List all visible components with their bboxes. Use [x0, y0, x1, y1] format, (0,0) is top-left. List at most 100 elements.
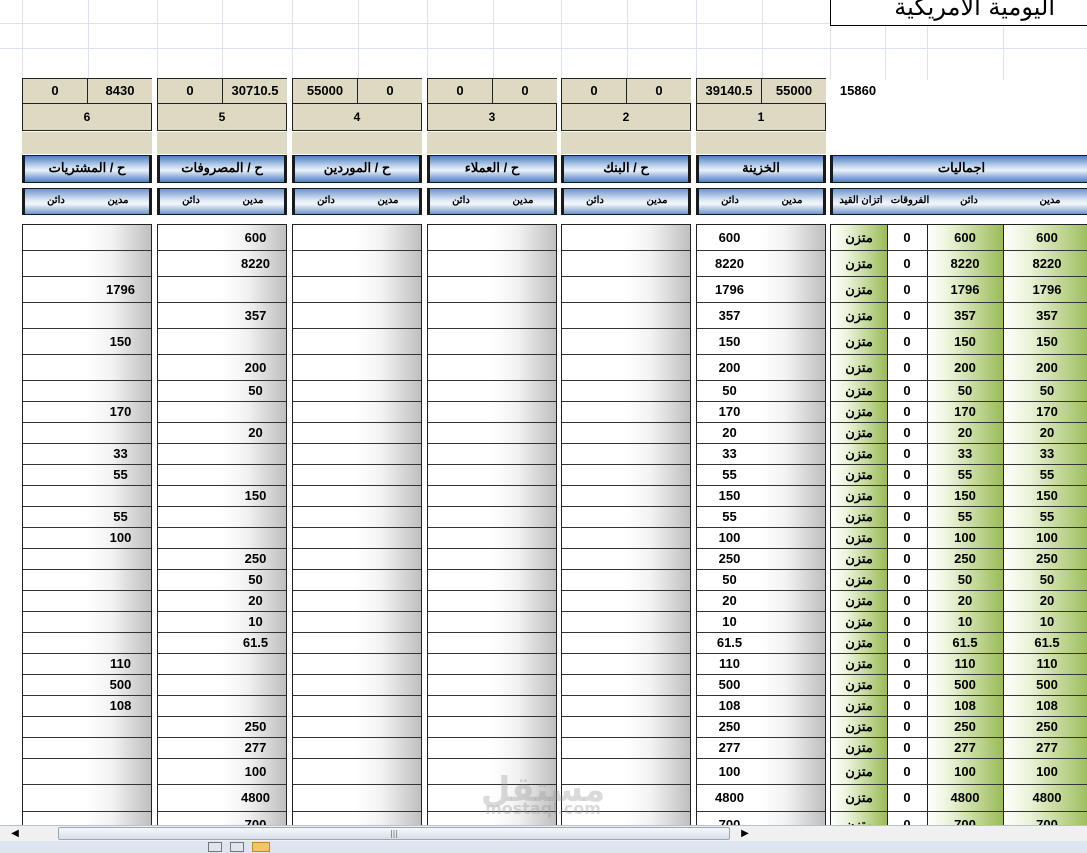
account-ledger-1[interactable]: 600 8220 1796 357 150 200 50 170 20 33 55 150 55 100 2…: [696, 224, 826, 825]
row-line: [562, 328, 690, 329]
difference-cell: 0: [903, 677, 911, 692]
treasury-credit-cell: 500: [718, 677, 741, 692]
row-line: [562, 485, 690, 486]
view-layout-icon[interactable]: [230, 842, 244, 852]
balance-status: متزن: [845, 635, 873, 650]
credit-column: [428, 225, 492, 825]
row-line: [428, 590, 556, 591]
view-normal-icon[interactable]: [208, 842, 222, 852]
account-header-2: ح / البنك: [561, 155, 691, 183]
row-line: [562, 695, 690, 696]
total-debit-cell: 20: [1039, 425, 1055, 440]
debit-total: 0: [627, 79, 691, 104]
row-line: [293, 784, 421, 785]
row-line: [23, 611, 151, 612]
debit-credit-header: دائن مدين: [561, 188, 691, 215]
total-debit-cell: 150: [1036, 334, 1058, 349]
debit-label: مدين: [512, 195, 534, 206]
row-line: [293, 527, 421, 528]
grid-line: [696, 0, 697, 80]
grid-line: [561, 0, 562, 80]
account-ledger-6[interactable]: 1796 150 170 33 55 55 100 110 500 108: [22, 224, 152, 825]
totals-ledger[interactable]: متزن 0 600 600 متزن 0 8220 8220 متزن 0 1796 1796 متز…: [830, 224, 1087, 825]
scroll-right-button[interactable]: ▶: [736, 826, 754, 841]
row-line: [23, 302, 151, 303]
account-ledger-3[interactable]: [427, 224, 557, 825]
account-summary-6: 0 8430 6: [22, 78, 152, 131]
balance-status: متزن: [845, 551, 873, 566]
account-ledger-5[interactable]: 600 8220 357 200 50 20 150 250 50 20 10 61.5 250 277 1…: [157, 224, 287, 825]
row-line: [562, 784, 690, 785]
total-credit-cell: 600: [954, 230, 976, 245]
row-line: [562, 716, 690, 717]
balance-status: متزن: [845, 446, 873, 461]
row-line: [697, 302, 825, 303]
treasury-credit-cell: 357: [718, 308, 741, 323]
difference-cell: 0: [903, 635, 911, 650]
total-credit-cell: 20: [957, 593, 973, 608]
debit-total: 55000: [762, 79, 826, 104]
debit-cell: 170: [109, 404, 132, 419]
debit-cell: 50: [248, 383, 263, 398]
account-ledger-2[interactable]: [561, 224, 691, 825]
row-line: [428, 250, 556, 251]
treasury-credit-cell: 600: [718, 230, 741, 245]
scroll-thumb[interactable]: |||: [58, 827, 730, 840]
balance-status: متزن: [845, 383, 873, 398]
balance-status: متزن: [845, 230, 873, 245]
debit-label: مدين: [242, 195, 264, 206]
balance-status: متزن: [845, 572, 873, 587]
credit-label: دائن: [317, 195, 335, 206]
row-line: [428, 485, 556, 486]
account-summary-5: 0 30710.5 5: [157, 78, 287, 131]
total-debit-cell: 150: [1036, 488, 1058, 503]
row-line: [428, 674, 556, 675]
row-line: [293, 569, 421, 570]
total-credit-cell: 150: [954, 488, 976, 503]
balance-status: متزن: [845, 530, 873, 545]
balance-status: متزن: [845, 698, 873, 713]
grid-line: [427, 0, 428, 80]
row-line: [428, 464, 556, 465]
total-credit-cell: 33: [957, 446, 973, 461]
account-ledger-4[interactable]: [292, 224, 422, 825]
total-debit-cell: 100: [1036, 764, 1058, 779]
balance-status: متزن: [845, 360, 873, 375]
debit-cell: 100: [244, 764, 267, 779]
grid-line: [88, 0, 89, 80]
row-line: [562, 590, 690, 591]
row-line: [562, 569, 690, 570]
row-line: [562, 506, 690, 507]
row-line: [562, 380, 690, 381]
credit-label: دائن: [182, 195, 200, 206]
treasury-credit-cell: 50: [722, 383, 737, 398]
row-line: [293, 674, 421, 675]
row-line: [158, 527, 286, 528]
difference-cell: 0: [903, 230, 911, 245]
total-credit-cell: 500: [954, 677, 976, 692]
row-line: [562, 758, 690, 759]
view-pagebreak-icon[interactable]: [252, 842, 270, 852]
difference-cell: 0: [903, 817, 911, 825]
horizontal-scrollbar[interactable]: ◀ ||| ▶: [0, 825, 1087, 842]
account-summary-1: 39140.5 55000 1: [696, 78, 826, 131]
debit-total: 30710.5: [223, 79, 287, 104]
row-line: [562, 737, 690, 738]
total-debit-cell: 8220: [1032, 256, 1062, 271]
row-line: [23, 569, 151, 570]
debit-credit-header: دائن مدين: [22, 188, 152, 215]
difference-cell: 0: [903, 308, 911, 323]
account-summary-4: 55000 0 4: [292, 78, 422, 131]
spreadsheet-area[interactable]: اليومية الأمريكية 39140.5 55000 1 0 0 2 0 0 3 550…: [0, 0, 1087, 825]
row-line: [158, 302, 286, 303]
credit-total: 0: [428, 79, 493, 104]
row-line: [23, 276, 151, 277]
credit-total: 0: [562, 79, 627, 104]
row-line: [562, 632, 690, 633]
debit-cell: 20: [248, 593, 263, 608]
scroll-left-button[interactable]: ◀: [6, 826, 24, 841]
total-credit-cell: 1796: [950, 282, 980, 297]
debit-cell: 600: [244, 230, 267, 245]
grid-line: [157, 0, 158, 80]
account-index: 5: [158, 105, 286, 130]
